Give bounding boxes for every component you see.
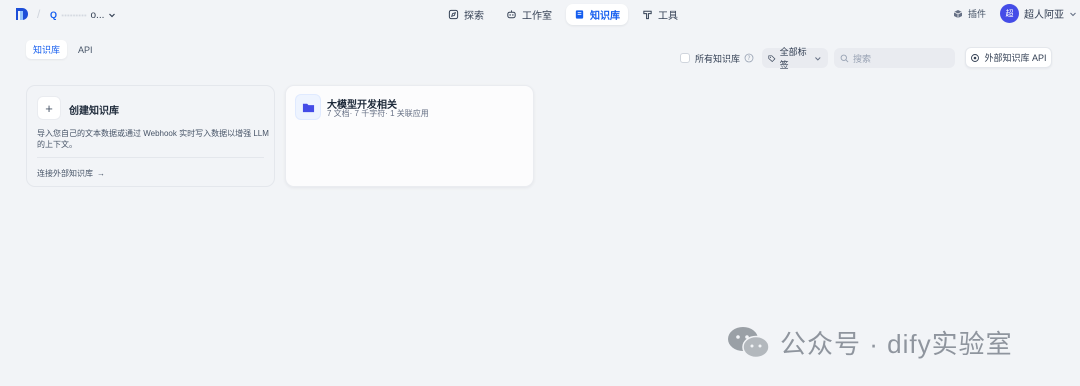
avatar: 超 [1000,4,1019,23]
tag-filter-dropdown[interactable]: 全部标签 [762,47,828,70]
chevron-down-icon [109,13,116,18]
wechat-watermark: 公众号 · dify实验室 [726,324,1013,361]
tab-datasets[interactable]: 知识库 [26,40,68,59]
external-api-label: 外部知识库 API [984,53,1047,63]
nav-explore[interactable]: 探索 [440,4,492,25]
dataset-meta: 7 文档· 7 千字符· 1 关联应用 [327,109,429,118]
book-icon [575,10,584,19]
nav-tools-label: 工具 [658,11,678,22]
plugin-button[interactable]: 插件 [953,7,986,20]
svg-text:?: ? [747,55,750,62]
all-datasets-label: 所有知识库 [695,53,741,64]
nav-knowledge-label: 知识库 [590,11,620,22]
compass-icon [448,9,459,20]
external-api-button[interactable]: 外部知识库 API [965,47,1052,68]
tag-icon [768,54,776,62]
plugin-label: 插件 [968,9,987,19]
user-menu[interactable]: 超 超人阿亚 [1000,4,1077,23]
watermark-text: 公众号 · dify实验室 [780,329,1013,359]
page-tabs: 知识库 API [26,40,100,59]
workspace-letter: Q [50,10,58,20]
wechat-icon [728,326,770,358]
dify-logo-icon[interactable] [15,7,29,21]
search-icon [840,54,849,62]
connect-external-label: 连接外部知识库 [37,169,93,178]
workspace-name-blurred: ········· [61,9,87,21]
folder-icon [302,103,314,112]
hammer-icon [643,10,652,20]
arrow-right-icon: → [97,169,105,178]
create-dataset-card[interactable]: + 创建知识库 导入您自己的文本数据或通过 Webhook 实时写入数据以增强 … [26,85,275,187]
chevron-down-icon [1070,12,1076,16]
connect-external-link[interactable]: 连接外部知识库 → [37,168,105,179]
divider [37,157,264,158]
cube-icon [953,9,963,18]
tag-filter-label: 全部标签 [779,47,807,70]
workspace-switcher[interactable]: Q ········· o... [50,6,116,24]
nav-studio-label: 工作室 [522,11,552,22]
nav-tools[interactable]: 工具 [634,4,686,25]
nav-knowledge[interactable]: 知识库 [566,4,628,25]
filter-bar: 所有知识库 ? 全部标签 搜索 外部知识库 API [680,47,1052,70]
create-dataset-description: 导入您自己的文本数据或通过 Webhook 实时写入数据以增强 LLM 的上下文… [37,129,269,149]
help-icon[interactable]: ? [744,53,754,63]
nav-explore-label: 探索 [464,11,484,22]
main-nav: 探索 工作室 知识库 工具 [440,4,686,25]
top-navbar: / Q ········· o... 探索 工作室 知识库 工具 插件 超 超人… [0,0,1080,30]
dataset-card[interactable]: 大模型开发相关 7 文档· 7 千字符· 1 关联应用 [285,85,534,187]
api-connection-icon [971,53,980,62]
plus-icon: + [37,96,61,120]
search-input[interactable]: 搜索 [834,48,955,68]
user-name: 超人阿亚 [1024,10,1064,21]
workspace-name: o... [90,9,105,21]
all-datasets-checkbox[interactable] [680,53,690,63]
create-dataset-title: 创建知识库 [69,106,119,117]
chevron-down-icon [815,56,821,61]
robot-icon [507,10,516,19]
tab-api[interactable]: API [71,40,100,59]
search-placeholder: 搜索 [853,53,872,64]
breadcrumb-separator: / [37,7,41,21]
dataset-icon-box [295,94,321,120]
nav-studio[interactable]: 工作室 [498,4,560,25]
